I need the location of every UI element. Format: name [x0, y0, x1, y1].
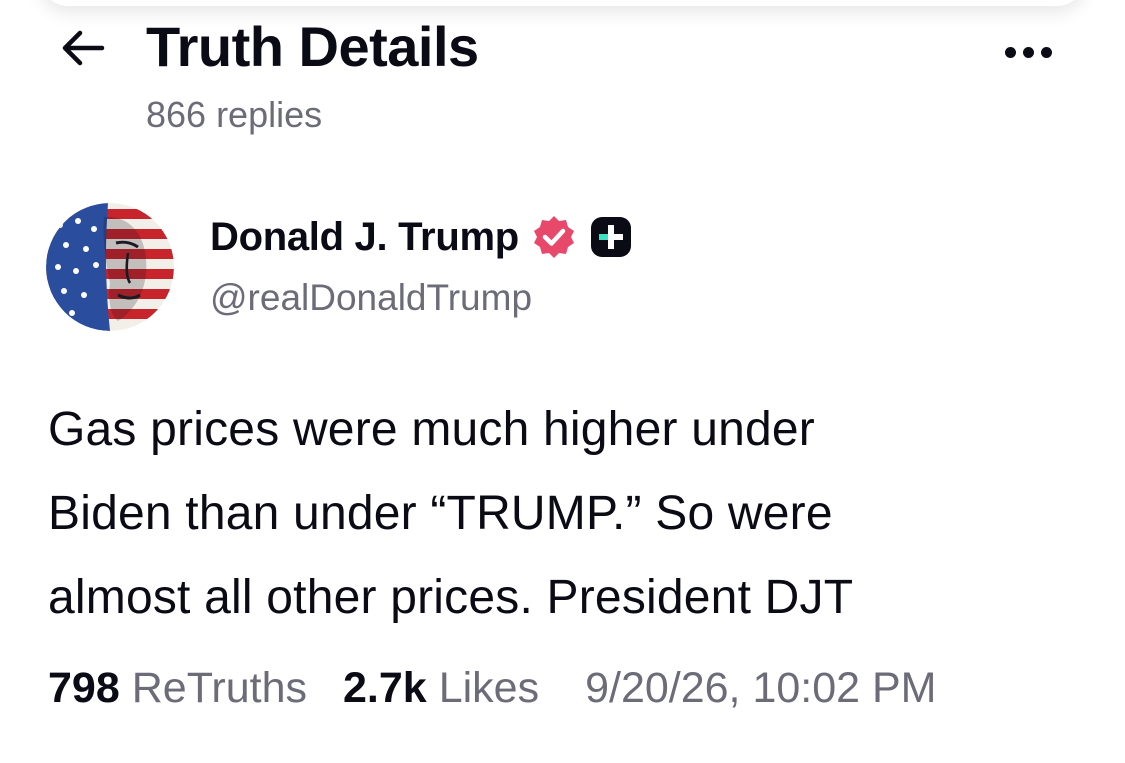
more-horizontal-icon-dot [1040, 46, 1052, 58]
retruths-label: ReTruths [131, 664, 307, 712]
likes-count: 2.7k [342, 664, 427, 712]
post-text-line: almost all other prices. President DJT [48, 571, 854, 624]
back-button[interactable] [52, 22, 112, 74]
flag-portrait-image [46, 203, 174, 331]
post-text-line: Gas prices were much higher under [48, 403, 815, 456]
truth-plus-icon [590, 217, 631, 257]
arrow-left-icon [62, 30, 105, 66]
more-options-button[interactable] [996, 30, 1060, 74]
retruths-stat[interactable]: 798 ReTruths [48, 664, 307, 713]
avatar[interactable] [46, 203, 174, 331]
author-handle[interactable]: @realDonaldTrump [210, 277, 532, 319]
more-horizontal-icon [1004, 46, 1016, 58]
header: Truth Details 866 replies [0, 0, 1125, 150]
post-timestamp: 9/20/26, 10:02 PM [585, 664, 937, 712]
verified-badge-icon [533, 216, 574, 258]
author-name[interactable]: Donald J. Trump [210, 215, 519, 260]
more-horizontal-icon-dot [1022, 46, 1034, 58]
post-author: Donald J. Trump @realDonaldTrump [0, 195, 1125, 345]
author-name-row: Donald J. Trump [210, 211, 633, 263]
post-text: Gas prices were much higher under Biden … [48, 388, 1088, 640]
replies-count: 866 replies [146, 94, 323, 135]
page-title: Truth Details [146, 15, 479, 78]
post-text-line: Biden than under “TRUMP.” So were [48, 487, 833, 540]
retruths-count: 798 [48, 664, 120, 712]
post-stats: 798 ReTruths 2.7k Likes 9/20/26, 10:02 P… [48, 664, 937, 720]
truth-details-screen: Truth Details 866 replies Donald J. Trum… [0, 0, 1125, 763]
likes-label: Likes [438, 664, 540, 712]
likes-stat[interactable]: 2.7k Likes [343, 664, 539, 713]
